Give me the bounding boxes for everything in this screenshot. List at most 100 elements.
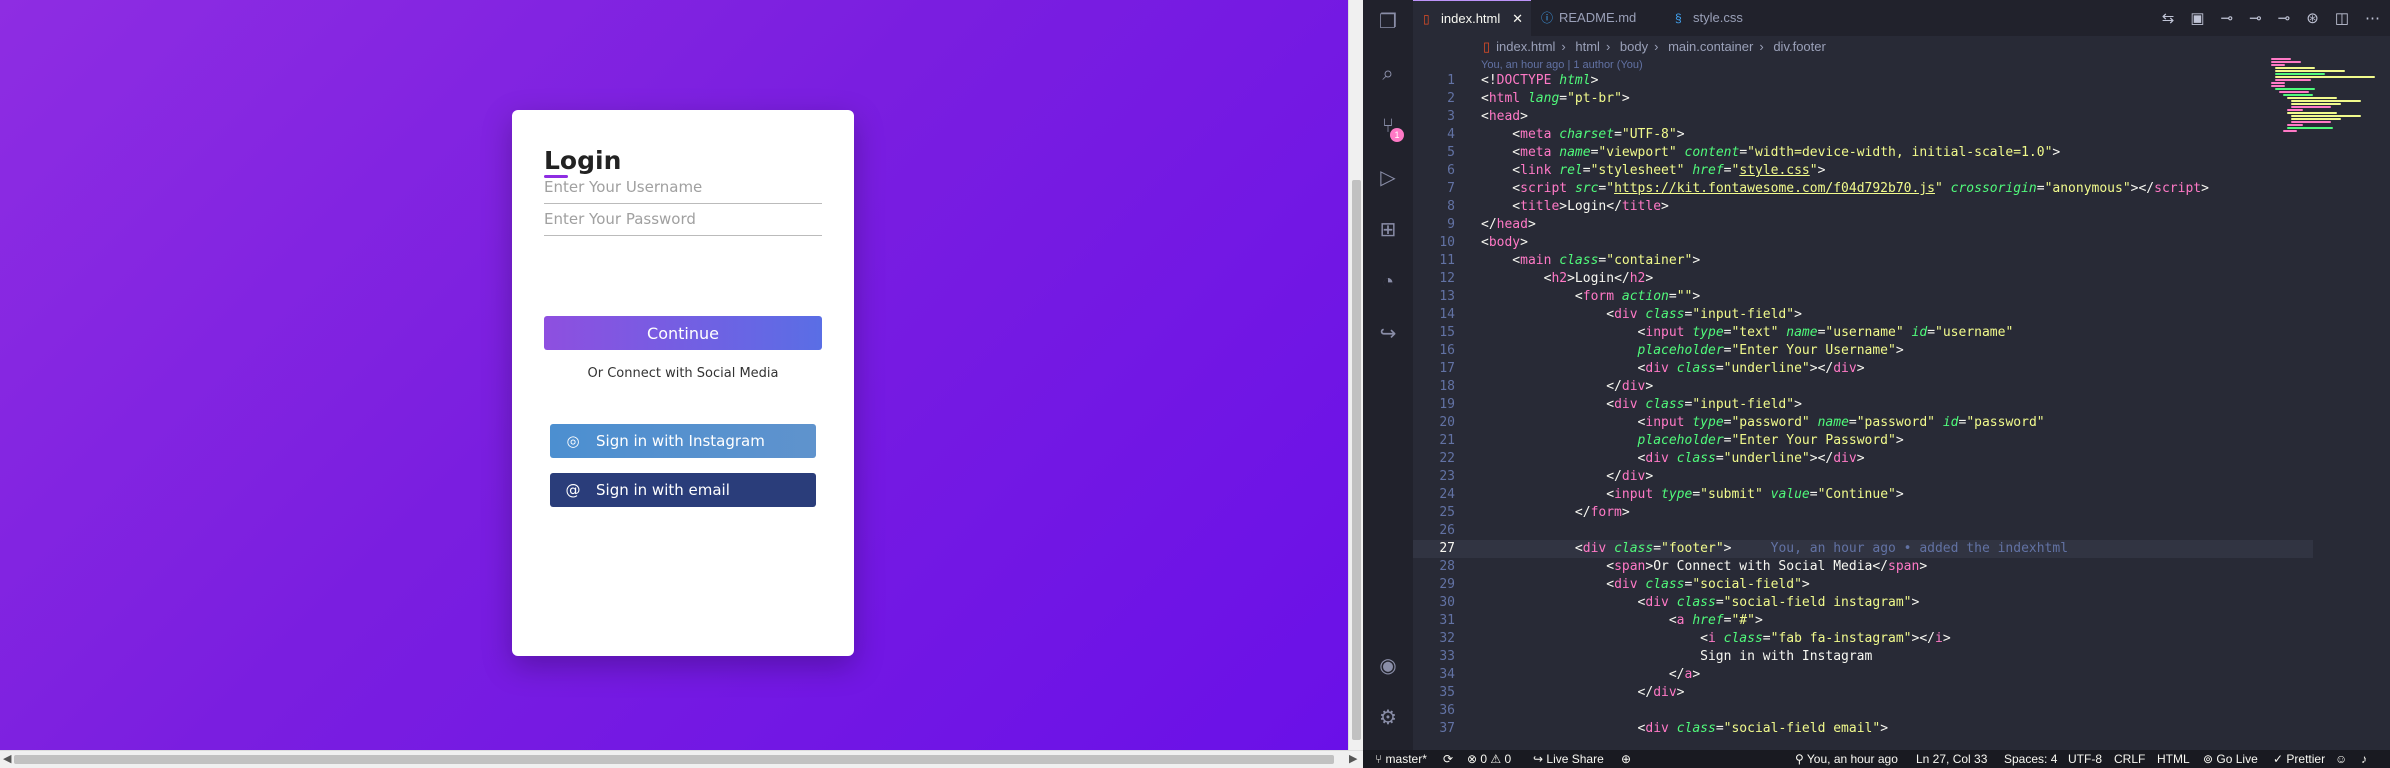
code-line: <!DOCTYPE html> <box>1481 73 1599 88</box>
line-endings[interactable]: CRLF <box>2114 750 2145 768</box>
code-line: </form> <box>1481 505 1630 520</box>
settings-gear-icon[interactable]: ⚙ <box>1376 706 1400 730</box>
codelens-blame[interactable]: You, an hour ago | 1 author (You) <box>1481 59 1643 71</box>
minimap[interactable] <box>2271 58 2381 168</box>
line-number: 11 <box>1439 253 1455 268</box>
extensions-icon[interactable]: ⊞ <box>1376 218 1400 242</box>
prettier-label: Prettier <box>2286 752 2326 766</box>
next-change-icon[interactable]: ⊸ <box>2278 9 2291 27</box>
username-input[interactable] <box>544 174 822 196</box>
previous-change-icon[interactable]: ⊸ <box>2249 9 2262 27</box>
chevron-right-icon: › <box>1605 39 1611 54</box>
code-line: <input type="password" name="password" i… <box>1481 415 2045 430</box>
more-actions-icon[interactable]: ⋯ <box>2365 9 2380 27</box>
code-line: <div class="footer"> You, an hour ago • … <box>1481 541 2069 556</box>
globe-icon[interactable]: ⊕ <box>1621 750 1631 768</box>
continue-button[interactable]: Continue <box>544 316 822 350</box>
line-number: 27 <box>1439 541 1455 556</box>
tab-index-html[interactable]: ▯ index.html ✕ <box>1413 0 1531 36</box>
compare-icon[interactable]: ⇆ <box>2162 9 2175 27</box>
live-share-icon[interactable]: ↪ <box>1376 322 1400 346</box>
split-editor-icon[interactable]: ◫ <box>2335 9 2349 27</box>
breadcrumb-item[interactable]: div.footer <box>1773 39 1826 54</box>
explorer-icon[interactable]: ❐ <box>1376 10 1400 34</box>
cursor-position[interactable]: Ln 27, Col 33 <box>1916 750 1987 768</box>
vscode-window: ❐ ⌕ ⑂ 1 ▷ ⊞ ◔ ↪ ◉ ⚙ ▯ index.html ✕ ⓘ READ… <box>1363 0 2390 768</box>
breadcrumb: ▯ index.html › html › body › main.container ›… <box>1413 36 2390 58</box>
live-share-button[interactable]: ↪ Live Share <box>1533 750 1604 768</box>
code-line: </a> <box>1481 667 1701 682</box>
code-line: </div> <box>1481 685 1685 700</box>
problems-indicator[interactable]: ⊗ 0 ⚠ 0 <box>1467 750 1511 768</box>
status-bar: ⑂ master* ⟳ ⊗ 0 ⚠ 0 ↪ Live Share ⊕ ⚲ You… <box>1363 750 2390 768</box>
feedback-icon[interactable]: ☺ <box>2335 750 2347 768</box>
chevron-right-icon: › <box>1759 39 1764 54</box>
encoding[interactable]: UTF-8 <box>2068 750 2102 768</box>
line-number: 14 <box>1439 307 1455 322</box>
line-number: 29 <box>1439 577 1455 592</box>
account-icon[interactable]: ◉ <box>1376 654 1400 678</box>
horizontal-scroll-thumb[interactable] <box>14 755 1334 764</box>
line-number: 6 <box>1447 163 1455 178</box>
scroll-right-icon[interactable]: ▶ <box>1349 752 1357 765</box>
code-line: placeholder="Enter Your Password"> <box>1637 433 1904 448</box>
tab-readme-md[interactable]: ⓘ README.md <box>1531 0 1665 36</box>
warning-count: 0 <box>1504 752 1512 766</box>
line-number: 16 <box>1439 343 1455 358</box>
code-line: </div> <box>1481 469 1654 484</box>
code-editor[interactable]: 1 <!DOCTYPE html> 2 <html lang="pt-br"> 3 <… <box>1413 72 2313 750</box>
scroll-left-icon[interactable]: ◀ <box>3 752 11 765</box>
sync-icon[interactable]: ⟳ <box>1443 750 1453 768</box>
git-commit-icon[interactable]: ⊸ <box>2221 9 2234 27</box>
code-line: </div> <box>1481 379 1654 394</box>
line-number: 20 <box>1439 415 1455 430</box>
html-file-icon: ▯ <box>1423 12 1430 26</box>
browser-horizontal-scrollbar[interactable]: ◀ ▶ <box>0 750 1363 768</box>
instagram-signin-button[interactable]: ◎ Sign in with Instagram <box>550 424 816 458</box>
email-signin-button[interactable]: @ Sign in with email <box>550 473 816 507</box>
scm-badge: 1 <box>1390 128 1404 142</box>
code-line: <i class="fab fa-instagram"></i> <box>1481 631 1951 646</box>
browser-vertical-scrollbar[interactable] <box>1348 0 1363 750</box>
line-number: 17 <box>1439 361 1455 376</box>
preview-icon[interactable]: ▣ <box>2190 9 2204 27</box>
vertical-scroll-thumb[interactable] <box>1352 180 1361 740</box>
breadcrumb-item[interactable]: body <box>1620 39 1648 54</box>
indentation[interactable]: Spaces: 4 <box>2004 750 2057 768</box>
code-line: <input type="submit" value="Continue"> <box>1481 487 1904 502</box>
go-live-button[interactable]: ⊚ Go Live <box>2203 750 2258 768</box>
line-number: 25 <box>1439 505 1455 520</box>
blame-indicator[interactable]: ⚲ You, an hour ago <box>1795 750 1898 768</box>
branch-indicator[interactable]: ⑂ master* <box>1375 750 1427 768</box>
go-live-label: Go Live <box>2216 752 2258 766</box>
notifications-bell-icon[interactable]: ♪ <box>2361 750 2367 768</box>
source-control-icon[interactable]: ⑂ 1 <box>1376 114 1404 142</box>
run-debug-icon[interactable]: ▷ <box>1376 166 1400 190</box>
at-sign-icon: @ <box>565 481 581 499</box>
password-input[interactable] <box>544 206 822 228</box>
accessibility-icon[interactable]: ⊛ <box>2306 9 2319 27</box>
live-share-label: Live Share <box>1546 752 1604 766</box>
line-number: 13 <box>1439 289 1455 304</box>
prettier-indicator[interactable]: ✓ Prettier <box>2273 750 2325 768</box>
code-line: <div class="social-field email"> <box>1481 721 1889 736</box>
editor-toolbar: ⇆ ▣ ⊸ ⊸ ⊸ ⊛ ◫ ⋯ <box>2162 0 2380 36</box>
blame-status: You, an hour ago <box>1806 752 1898 766</box>
email-signin-label: Sign in with email <box>596 481 730 499</box>
line-number: 10 <box>1439 235 1455 250</box>
code-line: <div class="underline"></div> <box>1481 361 1865 376</box>
breadcrumb-item[interactable]: index.html <box>1496 39 1555 54</box>
code-line: placeholder="Enter Your Username"> <box>1637 343 1904 358</box>
close-icon[interactable]: ✕ <box>1512 1 1523 37</box>
search-icon[interactable]: ⌕ <box>1376 62 1400 86</box>
tab-style-css[interactable]: § style.css <box>1665 0 1785 36</box>
breadcrumb-item[interactable]: html <box>1575 39 1600 54</box>
chevron-right-icon: › <box>1654 39 1659 54</box>
breadcrumb-item[interactable]: main.container <box>1668 39 1753 54</box>
code-line: <title>Login</title> <box>1481 199 1669 214</box>
language-mode[interactable]: HTML <box>2157 750 2190 768</box>
code-line: <div class="social-field"> <box>1481 577 1810 592</box>
git-graph-icon[interactable]: ◔ <box>1376 270 1400 294</box>
line-number: 18 <box>1439 379 1455 394</box>
error-count: 0 <box>1480 752 1488 766</box>
